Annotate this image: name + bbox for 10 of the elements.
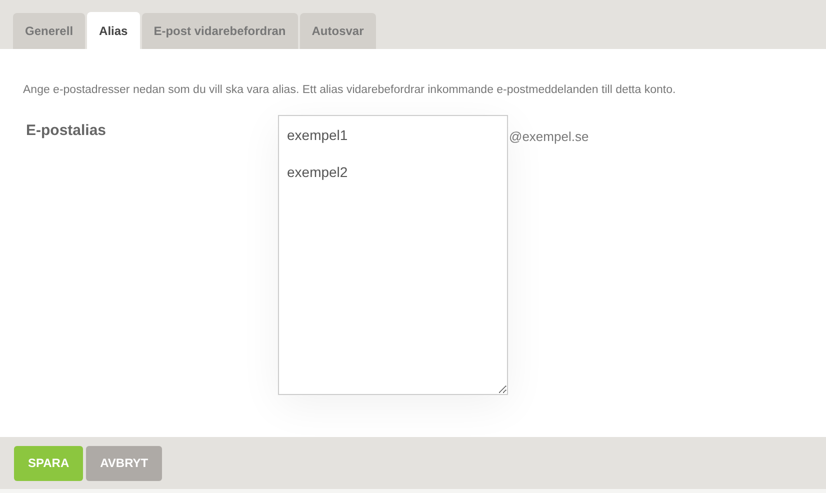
alias-textarea[interactable]: exempel1 exempel2 bbox=[278, 115, 508, 396]
action-button[interactable]: AVBRYT bbox=[86, 446, 162, 480]
tab[interactable]: Autosvar bbox=[300, 13, 376, 49]
tab[interactable]: Generell bbox=[13, 13, 86, 49]
field-label: E-postalias bbox=[25, 121, 108, 142]
action-button[interactable]: SPARA bbox=[14, 446, 84, 480]
domain-suffix: @exempel.se bbox=[508, 128, 589, 146]
tab[interactable]: Alias bbox=[87, 12, 140, 49]
description-text: Ange e-postadresser nedan som du vill ska vara alias. Ett alias vidarebefordrar inkommande e-postmeddelanden till detta konto. bbox=[23, 83, 677, 98]
tab[interactable]: E-post vidarebefordran bbox=[142, 13, 298, 49]
